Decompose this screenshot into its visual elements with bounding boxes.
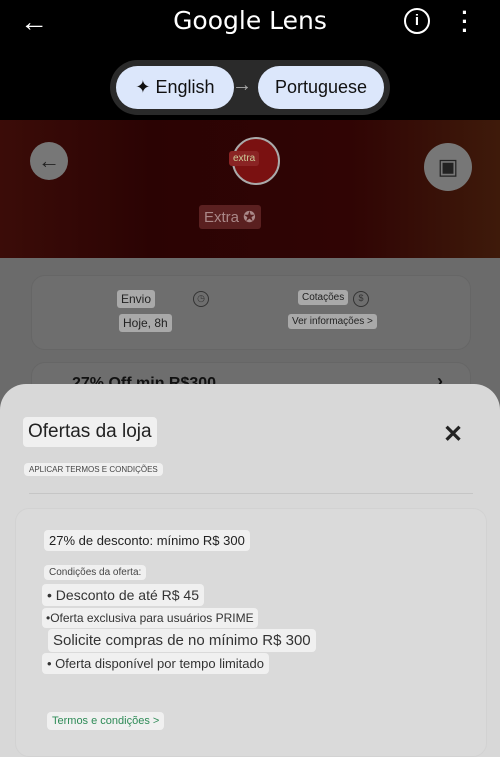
store-name: Extra ✪ xyxy=(199,205,261,229)
condition-item: • Desconto de até R$ 45 xyxy=(42,584,204,606)
dollar-icon: $ xyxy=(353,291,369,307)
condition-item: •Oferta exclusiva para usuários PRIME xyxy=(42,608,258,628)
divider xyxy=(29,493,473,494)
sheet-title: Ofertas da loja xyxy=(23,417,157,447)
app-bar: ← Google Lens i · · · ✦ English → Portugue… xyxy=(0,0,500,120)
terms-link[interactable]: Termos e condições > xyxy=(47,712,165,730)
source-language-label: English xyxy=(155,77,215,97)
condition-item: • Oferta disponível por tempo limitado xyxy=(42,653,269,674)
offer-title: 27% de desconto: mínimo R$ 300 xyxy=(44,530,250,551)
clock-icon: ◷ xyxy=(193,291,209,307)
language-selector: ✦ English → Portuguese xyxy=(110,60,390,115)
condition-item: Solicite compras de no mínimo R$ 300 xyxy=(48,629,316,652)
source-language-button[interactable]: ✦ English xyxy=(116,66,234,109)
shipping-label: Envio xyxy=(117,290,156,308)
info-icon[interactable]: i xyxy=(404,8,430,34)
arrow-right-icon: → xyxy=(232,74,252,96)
view-info-link[interactable]: Ver informações > xyxy=(288,314,377,329)
shipping-value: Hoje, 8h xyxy=(119,314,172,332)
shopping-bag-icon[interactable]: ▣ xyxy=(424,143,472,191)
store-back-icon[interactable]: ← xyxy=(30,142,68,180)
store-logo-text: extra xyxy=(229,151,260,166)
target-language-button[interactable]: Portuguese xyxy=(258,66,384,109)
close-icon[interactable]: ✕ xyxy=(443,420,463,449)
quotes-label: Cotações xyxy=(298,290,349,305)
store-info-card: Envio Hoje, 8h ◷ Cotações $ Ver informaç… xyxy=(31,275,471,350)
sheet-subtitle: APLICAR TERMOS E CONDIÇÕES xyxy=(24,463,163,476)
conditions-label: Condições da oferta: xyxy=(44,565,147,580)
more-options-icon[interactable]: · · · xyxy=(460,2,470,42)
sparkle-icon: ✦ xyxy=(135,77,156,97)
